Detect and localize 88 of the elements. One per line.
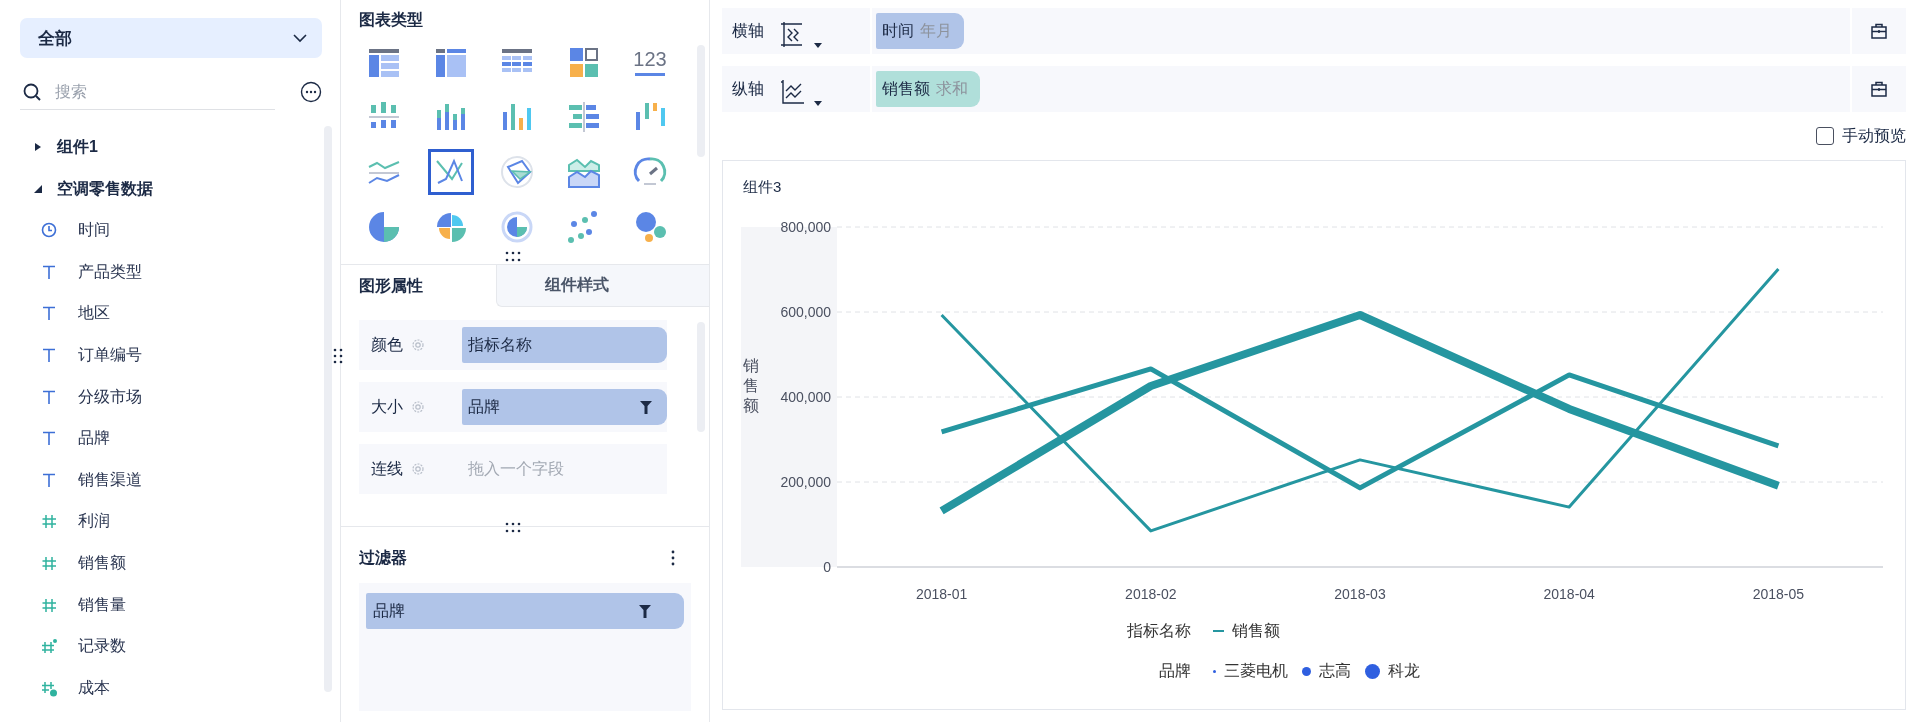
axis-label: 纵轴	[732, 78, 764, 99]
legend-title: 指标名称	[1126, 621, 1191, 641]
folder-name[interactable]: 组件1	[57, 136, 98, 158]
scrollbar[interactable]	[324, 126, 332, 692]
search-icon	[23, 82, 41, 101]
caret-down-icon[interactable]	[33, 184, 43, 194]
legend-label[interactable]: 科龙	[1388, 660, 1420, 682]
property-label: 大小	[371, 396, 404, 417]
manual-preview-checkbox[interactable]: 手动预览	[1816, 125, 1906, 147]
legend-dot-icon	[1213, 669, 1216, 673]
axis-tick-label: 2018-04	[1543, 586, 1595, 602]
section-title: 图表类型	[359, 10, 424, 30]
chart-type-button[interactable]: 123	[627, 39, 673, 85]
axis-tick-label: 200,000	[780, 474, 831, 490]
drop-zone-hint: 拖入一个字段	[468, 458, 564, 479]
field-name[interactable]: 分级市场	[78, 386, 142, 408]
axis-tick-label: 400,000	[780, 389, 831, 405]
field-name[interactable]: 地区	[78, 303, 110, 325]
field-chip[interactable]: 销售额 求和	[876, 71, 980, 107]
axis-tick-label: 800,000	[780, 221, 831, 235]
filter-icon[interactable]	[638, 603, 652, 619]
legend-label[interactable]: 志高	[1319, 660, 1351, 682]
folder-name[interactable]: 空调零售数据	[57, 178, 153, 200]
drag-handle-icon[interactable]	[505, 251, 521, 262]
text-field-icon	[41, 263, 58, 281]
bubble-chart-icon	[633, 210, 667, 244]
field-chip[interactable]: 时间 年月	[876, 13, 964, 49]
field-chip[interactable]: 品牌	[462, 389, 667, 425]
field-name[interactable]: 成本	[78, 677, 110, 699]
hash-icon	[41, 513, 58, 531]
caret-down-icon[interactable]	[814, 101, 822, 106]
legend-title: 品牌	[1158, 661, 1191, 681]
field-name[interactable]: 销售渠道	[78, 469, 142, 491]
property-label: 连线	[371, 458, 404, 479]
chart-title: 组件3	[742, 177, 783, 197]
pie-chart-icon	[367, 210, 401, 244]
caret-right-icon[interactable]	[33, 142, 43, 152]
chevron-down-icon	[292, 33, 308, 43]
legend-label[interactable]: 三菱电机	[1224, 660, 1288, 682]
text-field-icon	[41, 430, 58, 448]
hash-star-icon	[41, 638, 58, 656]
field-name[interactable]: 订单编号	[78, 345, 142, 367]
ring-chart-icon	[500, 210, 534, 244]
tab[interactable]: 组件样式	[496, 265, 709, 307]
briefcase-icon[interactable]	[1871, 23, 1887, 39]
legend-dot-icon	[1302, 666, 1311, 676]
field-name[interactable]: 销售额	[78, 553, 126, 575]
search-field[interactable]: 搜索	[53, 81, 257, 102]
clock-icon	[41, 222, 58, 240]
legend-label[interactable]: 销售额	[1232, 620, 1280, 642]
field-name[interactable]: 产品类型	[78, 261, 142, 283]
hash-badge-icon	[41, 679, 58, 697]
text-field-icon	[41, 347, 58, 365]
text-field-icon	[41, 388, 58, 406]
field-chip[interactable]: 指标名称	[462, 327, 667, 363]
hash-icon	[41, 596, 58, 614]
chart-type-button[interactable]	[427, 149, 474, 195]
text-field-icon	[41, 305, 58, 323]
property-label: 颜色	[371, 334, 404, 355]
radar-chart-icon	[500, 155, 534, 189]
field-name[interactable]: 记录数	[78, 636, 126, 658]
section-title: 过滤器	[359, 547, 407, 568]
field-name[interactable]: 时间	[78, 220, 110, 242]
filter-icon[interactable]	[639, 399, 653, 415]
axis-tick-label: 2018-05	[1752, 586, 1805, 602]
field-name[interactable]: 利润	[78, 511, 110, 533]
field-name[interactable]: 品牌	[78, 428, 110, 450]
more-icon[interactable]	[300, 81, 322, 103]
briefcase-icon[interactable]	[1871, 81, 1887, 97]
axis-tick-label: 600,000	[780, 304, 831, 320]
legend-dot-icon	[1365, 663, 1380, 679]
axis-tick-label: 2018-03	[1334, 586, 1386, 602]
axis-tick-label: 0	[823, 559, 831, 575]
dataset-dropdown[interactable]: 全部	[20, 18, 322, 58]
axis-label: 横轴	[732, 20, 764, 41]
caret-down-icon[interactable]	[814, 43, 822, 48]
axis-tick-label: 2018-01	[915, 586, 968, 602]
bar-chart-icon	[566, 100, 601, 134]
text-field-icon	[41, 471, 58, 489]
more-icon[interactable]	[671, 550, 675, 566]
drag-handle-icon[interactable]	[333, 348, 343, 364]
field-name[interactable]: 销售量	[78, 594, 126, 616]
hash-icon	[41, 555, 58, 573]
field-chip[interactable]: 品牌	[366, 593, 684, 629]
line-chart-icon[interactable]	[780, 79, 806, 106]
drag-handle-icon[interactable]	[505, 522, 521, 533]
axis-title: 销售额	[743, 357, 759, 414]
axis-tick-label: 2018-02	[1125, 586, 1177, 602]
